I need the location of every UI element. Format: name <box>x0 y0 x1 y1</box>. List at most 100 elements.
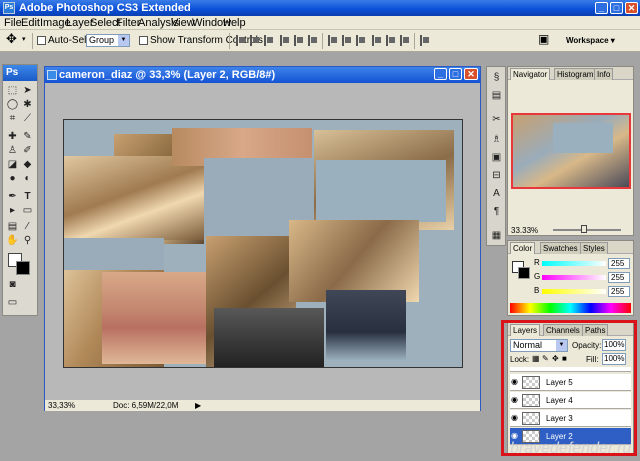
workspace-menu[interactable]: Workspace ▾ <box>566 35 615 47</box>
tool-box: Ps ⬚ ➤ ◯ ✱ ⌗ ⟋ ✚ ✎ ♙ ✐ ◪ ◆ ● ◐ ✒ T ▸ ▭ ▤… <box>2 64 38 316</box>
show-transform-checkbox[interactable] <box>139 36 148 45</box>
align-vertical-center-icon[interactable] <box>250 35 260 46</box>
tab-color[interactable]: Color <box>510 242 536 254</box>
history-brush-tool-icon[interactable]: ✐ <box>21 145 34 156</box>
align-bottom-icon[interactable] <box>264 35 274 46</box>
auto-select-checkbox[interactable] <box>37 36 46 45</box>
move-tool-icon[interactable]: ➤ <box>21 85 34 96</box>
brushes-icon[interactable]: ▤ <box>490 89 503 102</box>
menu-help[interactable]: Help <box>223 17 246 29</box>
workspace-icon[interactable]: ▣ <box>538 33 549 45</box>
eraser-tool-icon[interactable]: ◪ <box>6 159 19 170</box>
minimize-button[interactable]: _ <box>595 2 608 14</box>
menu-filter[interactable]: Filter <box>116 17 140 29</box>
title-bar: Ps Adobe Photoshop CS3 Extended _ □ ✕ <box>0 0 640 16</box>
blur-tool-icon[interactable]: ● <box>6 173 19 184</box>
distribute-left-icon[interactable] <box>372 35 382 46</box>
character-icon[interactable]: A <box>490 187 503 200</box>
layer-comps-icon[interactable]: ⊟ <box>490 169 503 182</box>
color-r-slider[interactable] <box>542 261 606 266</box>
tab-swatches[interactable]: Swatches <box>540 242 581 254</box>
align-left-icon[interactable] <box>280 35 290 46</box>
document-window: cameron_diaz @ 33,3% (Layer 2, RGB/8#) _… <box>44 66 481 411</box>
path-selection-tool-icon[interactable]: ▸ <box>6 205 19 216</box>
chevron-down-icon: ▼ <box>118 35 129 46</box>
distribute-top-icon[interactable] <box>328 35 338 46</box>
doc-maximize-button[interactable]: □ <box>449 68 462 80</box>
brush-tool-icon[interactable]: ✎ <box>21 131 34 142</box>
shape-tool-icon[interactable]: ▭ <box>21 205 34 216</box>
clone-stamp-tool-icon[interactable]: ♙ <box>6 145 19 156</box>
status-menu-arrow-icon[interactable]: ▶ <box>195 400 201 411</box>
tool-preset-dropdown-icon[interactable]: ▾ <box>22 34 26 46</box>
align-top-icon[interactable] <box>236 35 246 46</box>
color-spectrum-bar[interactable] <box>510 303 631 313</box>
distribute-bottom-icon[interactable] <box>356 35 366 46</box>
distribute-hcenter-icon[interactable] <box>386 35 396 46</box>
eyedropper-tool-icon[interactable]: ⁄ <box>21 221 34 232</box>
doc-minimize-button[interactable]: _ <box>434 68 447 80</box>
hand-tool-icon[interactable]: ✋ <box>6 235 19 246</box>
separator <box>414 33 415 49</box>
move-tool-icon[interactable]: ✥ <box>6 32 17 45</box>
type-tool-icon[interactable]: T <box>21 191 34 202</box>
navigator-preview[interactable] <box>511 113 631 189</box>
tab-styles[interactable]: Styles <box>580 242 608 254</box>
close-button[interactable]: ✕ <box>625 2 638 14</box>
screen-mode-icon[interactable]: ▭ <box>6 297 19 308</box>
slice-tool-icon[interactable]: ⟋ <box>21 113 34 124</box>
auto-align-layers-icon[interactable] <box>420 35 430 46</box>
paragraph-icon[interactable]: ¶ <box>490 205 503 218</box>
maximize-button[interactable]: □ <box>610 2 623 14</box>
background-color-swatch[interactable] <box>16 261 30 275</box>
auto-select-dropdown[interactable]: Group ▼ <box>86 34 130 47</box>
document-title-bar: cameron_diaz @ 33,3% (Layer 2, RGB/8#) _… <box>45 67 480 83</box>
tool-presets-icon[interactable]: § <box>490 71 503 84</box>
face-fragment <box>102 272 214 364</box>
distribute-right-icon[interactable] <box>400 35 410 46</box>
color-b-label: B <box>534 286 540 295</box>
lasso-tool-icon[interactable]: ◯ <box>6 99 19 110</box>
navigator-zoom-slider-thumb[interactable] <box>581 225 587 233</box>
actions-icon[interactable]: ▣ <box>490 151 503 164</box>
clone-source-icon[interactable]: ✂ <box>490 113 503 126</box>
tab-navigator[interactable]: Navigator <box>510 68 551 80</box>
tab-info[interactable]: Info <box>594 68 614 80</box>
color-g-value[interactable]: 255 <box>608 272 630 283</box>
healing-brush-tool-icon[interactable]: ✚ <box>6 131 19 142</box>
navigator-zoom-slider[interactable] <box>553 229 621 231</box>
tab-histogram[interactable]: Histogram <box>554 68 597 80</box>
color-tabs: Color Swatches Styles <box>508 241 633 254</box>
distribute-vcenter-icon[interactable] <box>342 35 352 46</box>
auto-select-value: Group <box>89 35 115 45</box>
quick-mask-icon[interactable]: ◙ <box>6 279 19 290</box>
magic-wand-tool-icon[interactable]: ✱ <box>21 99 34 110</box>
measurement-log-icon[interactable]: ▦ <box>490 229 503 242</box>
dodge-tool-icon[interactable]: ◐ <box>21 173 34 184</box>
color-b-slider[interactable] <box>542 289 606 294</box>
zoom-readout[interactable]: 33,33% <box>48 400 75 411</box>
doc-close-button[interactable]: ✕ <box>464 68 478 80</box>
navigator-zoom-value[interactable]: 33.33% <box>511 226 538 235</box>
photo-fragment <box>64 238 164 270</box>
window-title: Adobe Photoshop CS3 Extended <box>19 2 191 14</box>
color-g-slider[interactable] <box>542 275 606 280</box>
history-icon[interactable]: ♗ <box>490 133 503 146</box>
zoom-tool-icon[interactable]: ⚲ <box>21 235 34 246</box>
notes-tool-icon[interactable]: ▤ <box>6 221 19 232</box>
watermark: bravedefender.ru <box>510 440 632 457</box>
color-background-swatch[interactable] <box>518 267 530 279</box>
navigator-panel: Navigator Histogram Info 33.33% <box>507 66 634 236</box>
pen-tool-icon[interactable]: ✒ <box>6 191 19 202</box>
align-horizontal-center-icon[interactable] <box>294 35 304 46</box>
menu-file[interactable]: File <box>4 17 22 29</box>
align-right-icon[interactable] <box>308 35 318 46</box>
paint-bucket-tool-icon[interactable]: ◆ <box>21 159 34 170</box>
color-b-value[interactable]: 255 <box>608 286 630 297</box>
separator <box>229 33 230 49</box>
menu-edit[interactable]: Edit <box>21 17 40 29</box>
color-r-value[interactable]: 255 <box>608 258 630 269</box>
crop-tool-icon[interactable]: ⌗ <box>6 113 19 124</box>
marquee-tool-icon[interactable]: ⬚ <box>6 85 19 96</box>
image-canvas[interactable] <box>63 119 463 368</box>
